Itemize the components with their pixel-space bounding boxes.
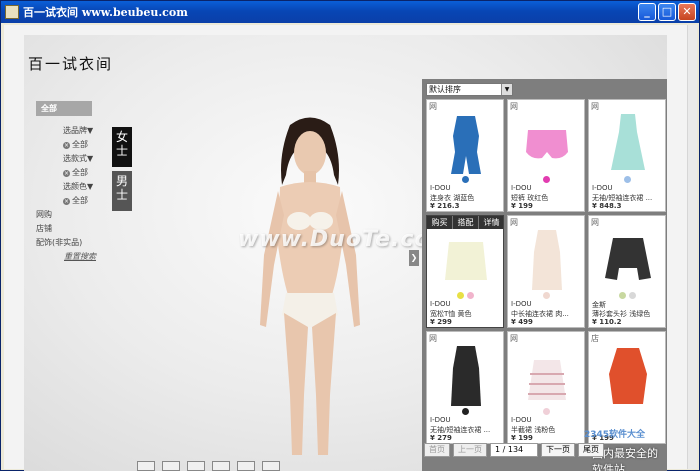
tool-button-5[interactable] xyxy=(237,461,255,471)
sort-select[interactable]: 默认排序 ▼ xyxy=(426,83,513,96)
product-price: ¥ 199 xyxy=(511,202,533,210)
vertical-scrollbar[interactable] xyxy=(687,25,697,469)
style-all-option[interactable]: × 全部 xyxy=(36,166,116,180)
filter-online-shop[interactable]: 网购 xyxy=(36,208,116,222)
product-card-selected[interactable]: 购买 搭配 详情 I-DOU 宽松T恤 黄色 ¥ 299 xyxy=(426,215,504,328)
color-all-option[interactable]: × 全部 xyxy=(36,194,116,208)
product-tag: 网 xyxy=(591,102,599,111)
product-card[interactable]: 网 I-DOU 半截裙 浅粉色 ¥ 199 xyxy=(507,331,585,444)
tool-button-3[interactable] xyxy=(187,461,205,471)
product-image xyxy=(528,360,566,400)
product-brand: I-DOU xyxy=(511,416,532,424)
tool-button-4[interactable] xyxy=(212,461,230,471)
tool-button-1[interactable] xyxy=(137,461,155,471)
content-area: 百一试衣间 全部 选品牌▼ × 全部 选款式▼ × 全部 选颜色▼ × 全部 网购 店… xyxy=(4,25,697,471)
product-tag: 网 xyxy=(429,102,437,111)
color-swatch[interactable] xyxy=(461,176,469,183)
maximize-button[interactable]: □ xyxy=(658,3,676,21)
product-price: ¥ 216.3 xyxy=(430,202,460,210)
reset-search-link[interactable]: 重置搜索 xyxy=(36,250,116,264)
product-tag: 店 xyxy=(591,334,599,343)
product-image xyxy=(605,238,651,280)
app-window: 百一试衣间 www.beubeu.com _ □ ✕ 百一试衣间 全部 选品牌▼… xyxy=(0,0,700,471)
product-card[interactable]: 网 金斯 薄衫套头衫 浅绿色 ¥ 110.2 xyxy=(588,215,666,328)
filter-store[interactable]: 店铺 xyxy=(36,222,116,236)
product-tag: 网 xyxy=(591,218,599,227)
product-brand: I-DOU xyxy=(430,184,451,192)
product-tag: 网 xyxy=(510,102,518,111)
clear-icon: × xyxy=(63,169,70,177)
product-card[interactable]: 网 I-DOU 无袖/短袖连衣裙 ... ¥ 279 xyxy=(426,331,504,444)
color-swatch[interactable] xyxy=(542,176,550,183)
product-image xyxy=(611,114,645,170)
page-select[interactable]: 1 / 134 xyxy=(490,443,538,457)
close-button[interactable]: ✕ xyxy=(678,3,696,21)
product-brand: I-DOU xyxy=(430,300,451,308)
product-grid: 网 I-DOU 连身衣 湖蓝色 ¥ 216.3 网 I-DOU 短裤 玫红色 ¥… xyxy=(426,99,666,444)
product-image xyxy=(451,116,481,174)
color-swatch[interactable] xyxy=(623,176,631,183)
corner-watermark-title: 2345软件大全 xyxy=(584,430,646,440)
app-logo: 百一试衣间 xyxy=(28,55,114,73)
product-brand: I-DOU xyxy=(511,184,532,192)
chevron-down-icon: ▼ xyxy=(501,84,512,95)
product-image xyxy=(532,230,562,290)
tool-button-6[interactable] xyxy=(262,461,280,471)
window-title: 百一试衣间 www.beubeu.com xyxy=(23,6,188,19)
filter-accessories[interactable]: 配饰(非实品) xyxy=(36,236,116,250)
product-tag: 网 xyxy=(510,334,518,343)
color-swatch[interactable] xyxy=(542,292,550,299)
product-price: ¥ 848.3 xyxy=(592,202,622,210)
product-card[interactable]: 网 I-DOU 连身衣 湖蓝色 ¥ 216.3 xyxy=(426,99,504,212)
product-price: ¥ 279 xyxy=(430,434,452,442)
minimize-button[interactable]: _ xyxy=(638,3,656,21)
model-figure xyxy=(260,117,360,455)
product-brand: I-DOU xyxy=(511,300,532,308)
product-brand: I-DOU xyxy=(430,416,451,424)
collapse-panel-arrow-icon[interactable]: ❯ xyxy=(409,250,419,266)
clear-icon: × xyxy=(63,197,70,205)
last-page-button[interactable]: 尾页 xyxy=(578,443,604,457)
color-swatch[interactable] xyxy=(466,292,474,299)
tool-button-2[interactable] xyxy=(162,461,180,471)
pagination: 首页 上一页 1 / 134 下一页 尾页 xyxy=(424,443,604,457)
color-swatch[interactable] xyxy=(456,292,464,299)
product-price: ¥ 299 xyxy=(430,318,452,326)
product-tag: 网 xyxy=(510,218,518,227)
color-swatch[interactable] xyxy=(628,292,636,299)
gender-switch: 女士 男士 xyxy=(112,127,132,211)
product-price: ¥ 199 xyxy=(511,434,533,442)
brand-all-option[interactable]: × 全部 xyxy=(36,138,116,152)
next-page-button[interactable]: 下一页 xyxy=(541,443,575,457)
color-dropdown[interactable]: 选颜色▼ xyxy=(36,180,116,194)
product-card[interactable]: 网 I-DOU 中长袖连衣裙 肉... ¥ 499 xyxy=(507,215,585,328)
product-image xyxy=(451,346,481,406)
product-price: ¥ 499 xyxy=(511,318,533,326)
fitting-room-stage: 百一试衣间 全部 选品牌▼ × 全部 选款式▼ × 全部 选颜色▼ × 全部 网购 店… xyxy=(24,35,667,471)
clear-icon: × xyxy=(63,141,70,149)
color-swatch[interactable] xyxy=(461,408,469,415)
product-image xyxy=(445,242,487,280)
product-panel: 默认排序 ▼ 网 I-DOU 连身衣 湖蓝色 ¥ 216.3 网 I-DOU 短… xyxy=(422,79,667,471)
product-brand: I-DOU xyxy=(592,184,613,192)
gender-female-tab[interactable]: 女士 xyxy=(112,127,132,167)
prev-page-button[interactable]: 上一页 xyxy=(453,443,487,457)
app-icon xyxy=(5,5,19,19)
first-page-button[interactable]: 首页 xyxy=(424,443,450,457)
bottom-toolbar xyxy=(137,461,280,471)
color-swatch[interactable] xyxy=(542,408,550,415)
product-card[interactable]: 网 I-DOU 无袖/短袖连衣裙 ... ¥ 848.3 xyxy=(588,99,666,212)
product-card[interactable]: 网 I-DOU 短裤 玫红色 ¥ 199 xyxy=(507,99,585,212)
filter-panel: 全部 选品牌▼ × 全部 选款式▼ × 全部 选颜色▼ × 全部 网购 店铺 配饰(非… xyxy=(36,101,116,264)
color-swatch[interactable] xyxy=(618,292,626,299)
filter-all-tab[interactable]: 全部 xyxy=(36,101,92,116)
product-image xyxy=(609,348,647,404)
style-dropdown[interactable]: 选款式▼ xyxy=(36,152,116,166)
product-image xyxy=(526,130,568,159)
product-price: ¥ 110.2 xyxy=(592,318,622,326)
product-tag: 网 xyxy=(429,334,437,343)
brand-dropdown[interactable]: 选品牌▼ xyxy=(36,124,116,138)
title-bar: 百一试衣间 www.beubeu.com _ □ ✕ xyxy=(1,1,699,23)
gender-male-tab[interactable]: 男士 xyxy=(112,171,132,211)
